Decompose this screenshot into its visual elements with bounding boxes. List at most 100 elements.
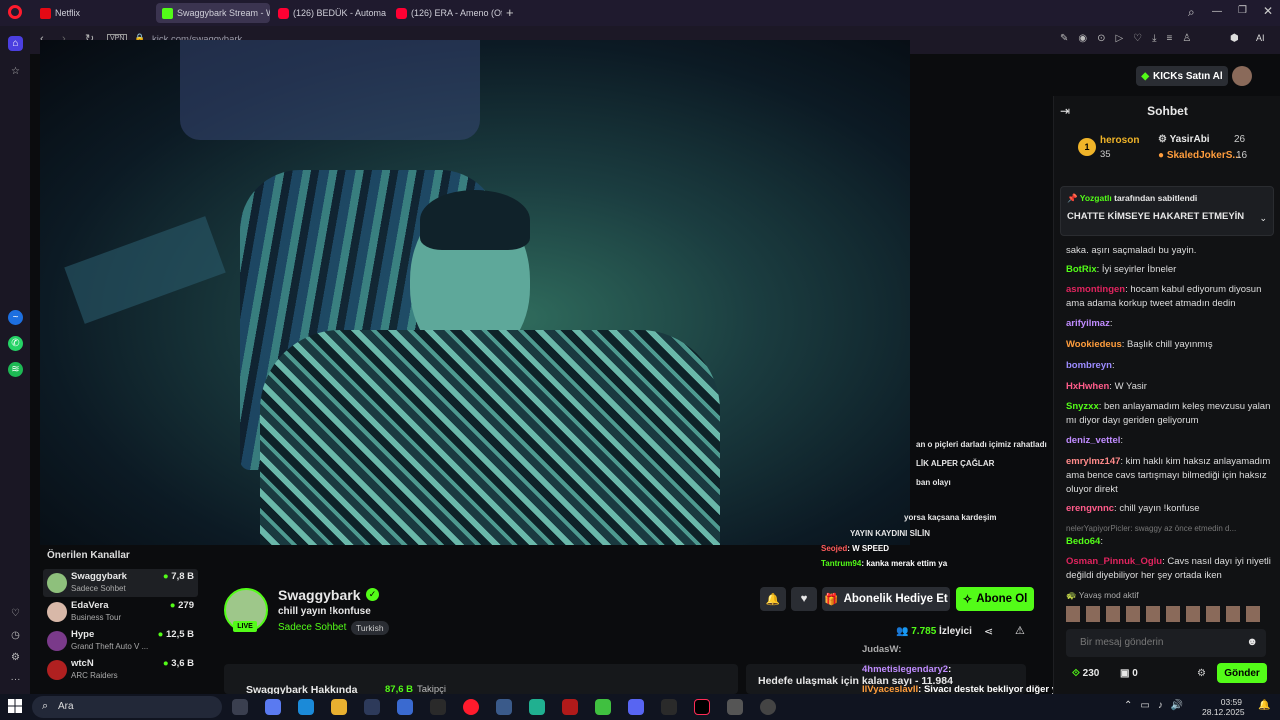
language-tag[interactable]: Turkish — [351, 621, 389, 635]
channel-category: Business Tour — [71, 613, 122, 622]
gift-subscription-button[interactable]: 🎁 Abonelik Hediye Et — [822, 587, 950, 611]
store-icon[interactable] — [364, 699, 380, 715]
search-icon: ⌕ — [42, 700, 49, 712]
search-icon[interactable]: ⌕ — [1188, 5, 1195, 20]
date: 28.12.2025 — [1202, 707, 1245, 717]
windows-start-icon[interactable] — [8, 699, 22, 713]
tab-beduk[interactable]: (126) BEDÜK - Automatik — [272, 3, 386, 23]
channel-name[interactable]: EdaVera — [71, 600, 109, 611]
system-tray[interactable]: ⌃▭♪🔊 — [1124, 700, 1191, 711]
app-icon[interactable] — [529, 699, 545, 715]
explorer-icon[interactable] — [331, 699, 347, 715]
app-icon[interactable] — [595, 699, 611, 715]
emoji-icon[interactable]: ☻ — [1246, 636, 1258, 648]
tab-era[interactable]: (126) ERA - Ameno (Offici — [390, 3, 502, 23]
minimize-icon[interactable]: — — [1212, 6, 1222, 17]
messenger-icon[interactable]: ~ — [8, 310, 23, 325]
rank-badge: 1 — [1078, 138, 1096, 156]
bell-icon[interactable]: 🔔 — [760, 587, 786, 611]
tab-netflix[interactable]: Netflix — [34, 3, 152, 23]
channel-avatar[interactable] — [47, 660, 67, 680]
lower-chat-line: JudasW: — [862, 644, 902, 655]
aria-ai-button[interactable]: AI — [1256, 33, 1265, 43]
history-icon[interactable]: ◷ — [8, 628, 23, 643]
steam-icon[interactable] — [496, 699, 512, 715]
gift-counter[interactable]: ▣ 0 — [1120, 668, 1138, 679]
chat-message: BotRix: İyi seyirler İbneler — [1066, 264, 1177, 275]
tiktok-icon[interactable] — [694, 699, 710, 715]
share-icon[interactable]: ⋖ — [984, 625, 993, 638]
chevron-down-icon[interactable]: ⌄ — [1259, 213, 1267, 224]
app-icon[interactable] — [661, 699, 677, 715]
close-icon[interactable]: ✕ — [1263, 4, 1273, 18]
pinned-header: 📌 Yozgatlı tarafından sabitlendi — [1067, 193, 1198, 203]
windows-taskbar: ⌕ Ara ⌃▭♪🔊 03:59 28.12.2025 🔔 — [0, 694, 1280, 720]
taskbar-search[interactable]: ⌕ Ara — [32, 696, 222, 718]
buy-kicks-button[interactable]: ◆ KICKs Satın Al — [1136, 66, 1228, 86]
chat-input-placeholder: Bir mesaj gönderin — [1080, 637, 1164, 648]
youtube-icon — [396, 7, 407, 19]
subscribe-button[interactable]: ✧ Abone Ol — [956, 587, 1034, 611]
channel-points[interactable]: ⟐ 230 — [1072, 668, 1099, 679]
chat-input[interactable]: Bir mesaj gönderin ☻ — [1066, 629, 1266, 657]
leaderboard-user[interactable]: heroson — [1100, 135, 1139, 146]
heart-follow-icon[interactable]: ♥ — [791, 587, 817, 611]
tab-label: (126) BEDÜK - Automatik — [293, 8, 386, 18]
stream-category[interactable]: Sadece Sohbet — [278, 622, 346, 633]
whatsapp-icon[interactable]: ✆ — [8, 336, 23, 351]
streamer-name[interactable]: Swaggybark — [278, 587, 360, 603]
channel-avatar[interactable] — [47, 602, 67, 622]
reply-reference: nelerYapiyorPicler: swaggy az önce etmed… — [1066, 524, 1237, 533]
clock[interactable]: 03:59 28.12.2025 — [1202, 697, 1245, 717]
opera-icon[interactable] — [463, 699, 479, 715]
video-player[interactable] — [40, 40, 910, 545]
leaderboard-user[interactable]: ⚙ YasirAbi — [1158, 134, 1210, 145]
emote-bar[interactable] — [1066, 606, 1266, 622]
channel-name[interactable]: Hype — [71, 629, 94, 640]
channel-category: ARC Raiders — [71, 671, 118, 680]
new-tab-button[interactable]: + — [506, 5, 514, 20]
channel-name[interactable]: Swaggybark — [71, 571, 127, 582]
heart-icon[interactable]: ♡ — [8, 606, 23, 621]
app-icon[interactable] — [727, 699, 743, 715]
address-bar-tools[interactable]: ✎◉⊙▷♡⤓≡♙ — [1060, 33, 1201, 44]
channel-avatar[interactable] — [47, 631, 67, 651]
extension-icon[interactable]: ⬢ — [1230, 33, 1239, 44]
leaderboard-user[interactable]: ● SkaledJokerS... — [1158, 150, 1241, 161]
chat-message: bombreyn: — [1066, 360, 1115, 371]
app-icon[interactable] — [430, 699, 446, 715]
report-icon[interactable]: ⚠ — [1015, 624, 1025, 637]
spotify-icon[interactable]: ≋ — [8, 362, 23, 377]
notifications-icon[interactable]: 🔔 — [1258, 700, 1270, 711]
settings-icon[interactable]: ⚙ — [8, 650, 23, 665]
maximize-icon[interactable]: ❐ — [1238, 5, 1247, 16]
edge-icon[interactable] — [298, 699, 314, 715]
pinned-message[interactable]: 📌 Yozgatlı tarafından sabitlendi CHATTE … — [1060, 186, 1274, 236]
app-icon[interactable] — [760, 699, 776, 715]
verified-icon: ✓ — [366, 588, 379, 601]
overlay-line: an o piçleri darladı içimiz rahatladı — [916, 440, 1047, 449]
home-icon[interactable]: ⌂ — [8, 36, 23, 51]
channel-name[interactable]: wtcN — [71, 658, 94, 669]
more-icon[interactable]: ··· — [8, 672, 23, 687]
tab-label: Swaggybark Stream - Wa — [177, 8, 270, 18]
mail-icon[interactable] — [397, 699, 413, 715]
copilot-icon[interactable] — [265, 699, 281, 715]
chat-panel: ⇥ Sohbet 1 heroson 35 ⚙ YasirAbi 26 ● Sk… — [1053, 96, 1280, 694]
overlay-chat-line: Seojed: W SPEED — [821, 544, 890, 553]
chat-message: Wookiedeus: Başlık chill yayınmış — [1066, 339, 1213, 350]
app-icon[interactable] — [562, 699, 578, 715]
task-view-icon[interactable] — [232, 699, 248, 715]
turtle-icon: 🐢 — [1066, 590, 1079, 600]
lower-chat-line: 4hmetislegendary2: — [862, 664, 952, 675]
channel-avatar[interactable] — [47, 573, 67, 593]
opera-logo-icon[interactable] — [8, 5, 22, 19]
send-button[interactable]: Gönder — [1217, 663, 1267, 683]
tab-swaggybark[interactable]: Swaggybark Stream - Wa — [156, 3, 270, 23]
avatar[interactable] — [1232, 66, 1252, 86]
star-icon[interactable]: ☆ — [8, 64, 23, 79]
discord-icon[interactable] — [628, 699, 644, 715]
kick-icon — [162, 7, 173, 19]
chat-settings-icon[interactable]: ⚙ — [1197, 668, 1206, 679]
overlay-line: YAYIN KAYDINI SİLİN — [850, 529, 931, 538]
